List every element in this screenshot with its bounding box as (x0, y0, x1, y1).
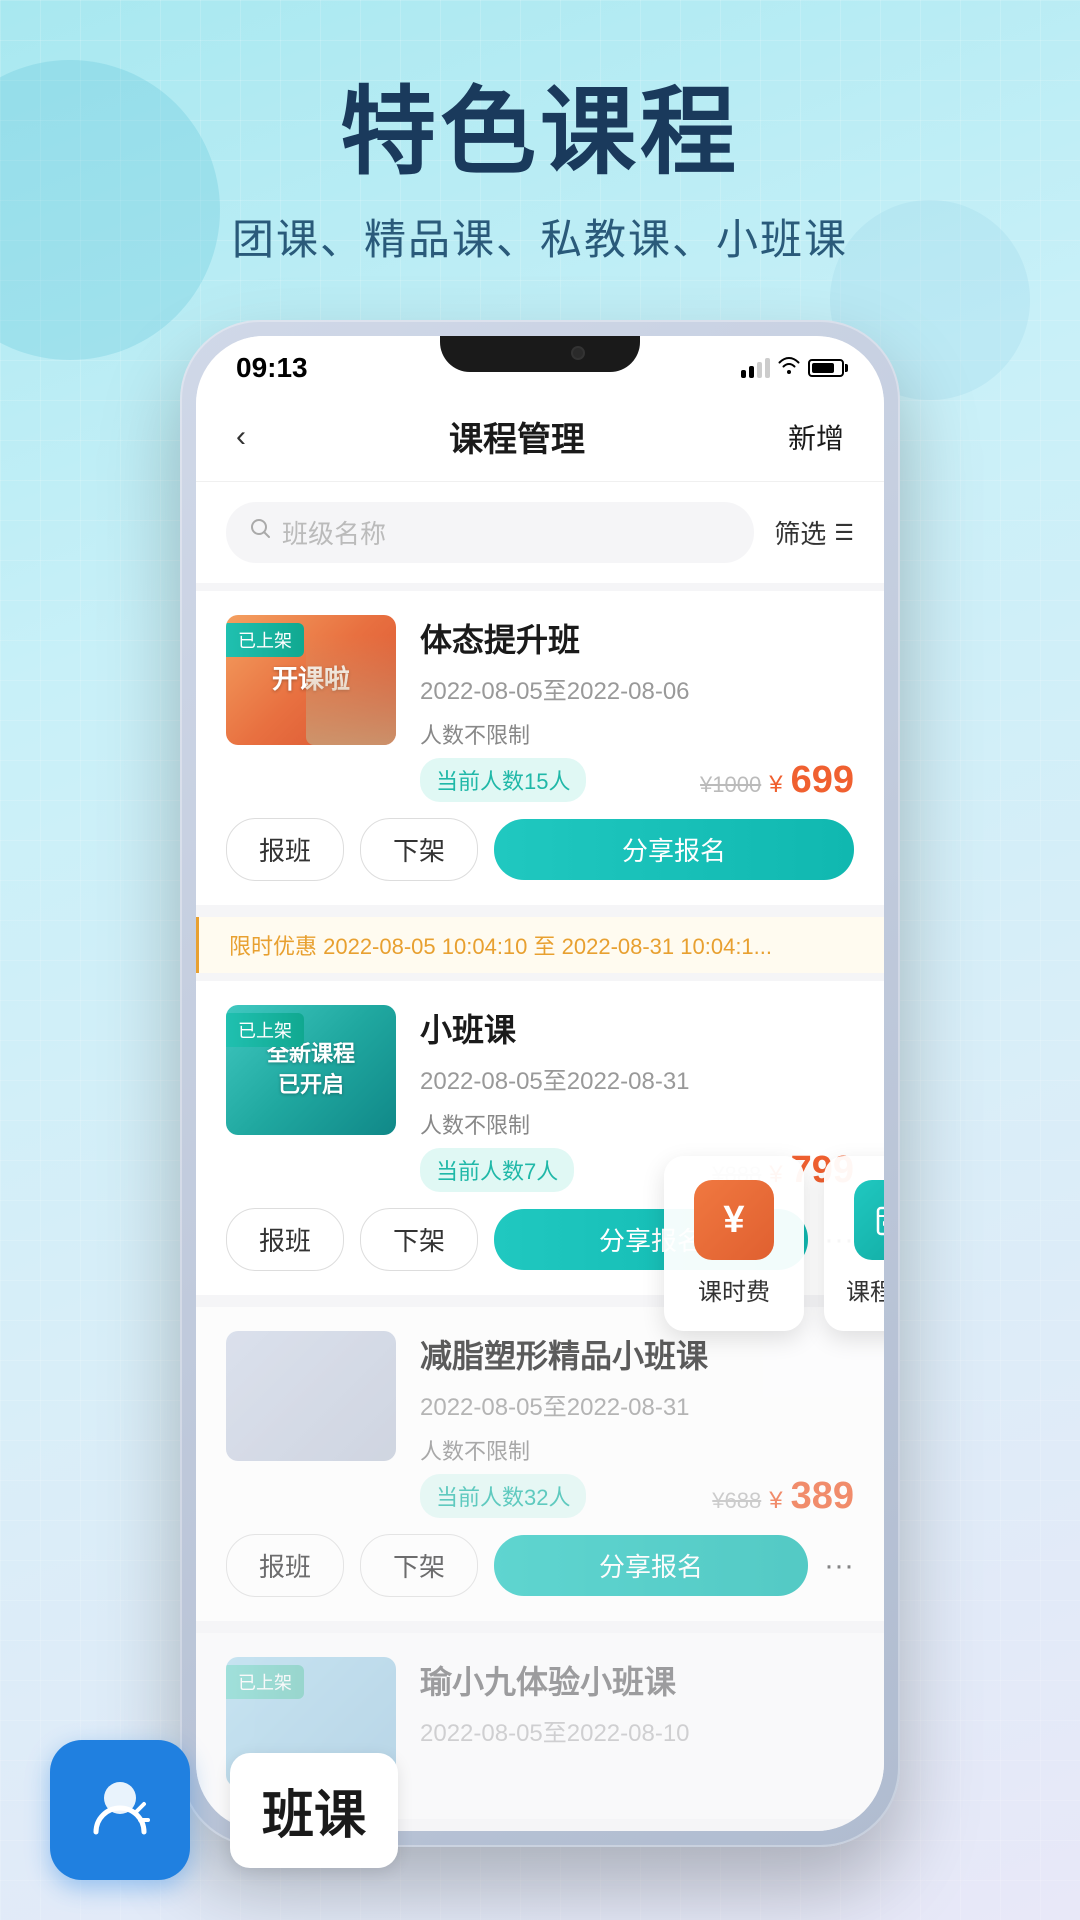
battery-icon (808, 359, 844, 377)
course-meta-1: 人数不限制 (420, 718, 854, 750)
nav-bar: ‹ 课程管理 新增 (196, 392, 884, 482)
course-thumbnail-1: 已上架 开课啦 (226, 615, 396, 745)
course-pricing-1: 当前人数15人 ¥1000 ¥ 699 (420, 758, 854, 802)
app-icon[interactable] (50, 1740, 190, 1880)
course-date-4: 2022-08-05至2022-08-10 (420, 1713, 854, 1748)
course-card-1: 已上架 开课啦 体态提升班 2022-08-05至2022-08-06 人数不限… (196, 591, 884, 905)
course-date-2: 2022-08-05至2022-08-31 (420, 1061, 854, 1096)
app-label: 班课 (262, 1787, 366, 1845)
more-btn-3[interactable]: ··· (824, 1549, 854, 1583)
capacity-1: 人数不限制 (420, 718, 530, 750)
hero-section: 特色课程 团课、精品课、私教课、小班课 (0, 0, 1080, 307)
lesson-fee-label: 课时费 (698, 1272, 770, 1307)
status-icons (741, 356, 844, 380)
share-btn-3[interactable]: 分享报名 (494, 1535, 808, 1596)
lesson-fee-icon: ¥ (694, 1180, 774, 1260)
thumb-text-2: 全新课程已开启 (267, 1039, 355, 1101)
price-original-3: ¥688 (712, 1488, 761, 1514)
status-time: 09:13 (236, 352, 308, 384)
hero-title: 特色课程 (60, 80, 1020, 186)
phone-mockup: 09:13 (180, 320, 900, 1847)
course-footer-1: 报班 下架 分享报名 (226, 818, 854, 881)
float-card-lesson-fee[interactable]: ¥ 课时费 (664, 1156, 804, 1331)
float-card-course-mgmt[interactable]: 课程管理 (824, 1156, 884, 1331)
phone-notch (440, 336, 640, 372)
course-thumbnail-3 (226, 1331, 396, 1461)
wifi-icon (778, 356, 800, 380)
course-mgmt-icon (854, 1180, 884, 1260)
register-btn-1[interactable]: 报班 (226, 818, 344, 881)
course-header-3: 减脂塑形精品小班课 2022-08-05至2022-08-31 人数不限制 当前… (226, 1331, 854, 1518)
course-name-1: 体态提升班 (420, 615, 854, 661)
status-badge-4: 已上架 (226, 1665, 304, 1699)
price-current-3: 389 (791, 1475, 854, 1518)
people-badge-1: 当前人数15人 (420, 758, 586, 802)
capacity-2: 人数不限制 (420, 1108, 530, 1140)
delist-btn-1[interactable]: 下架 (360, 818, 478, 881)
filter-label: 筛选 (774, 514, 826, 551)
nav-title: 课程管理 (449, 412, 585, 461)
register-btn-2[interactable]: 报班 (226, 1208, 344, 1271)
price-area-1: ¥1000 ¥ 699 (700, 759, 854, 802)
price-area-3: ¥688 ¥ 389 (712, 1475, 854, 1518)
promo-banner-2: 限时优惠 2022-08-05 10:04:10 至 2022-08-31 10… (196, 917, 884, 973)
course-mgmt-label: 课程管理 (846, 1272, 884, 1307)
price-current-1: 699 (791, 759, 854, 802)
floating-overlay: ¥ 课时费 (664, 1156, 884, 1331)
add-button[interactable]: 新增 (788, 417, 844, 457)
course-info-1: 体态提升班 2022-08-05至2022-08-06 人数不限制 当前人数15… (420, 615, 854, 802)
search-bar: 班级名称 筛选 ☰ (196, 482, 884, 591)
course-name-2: 小班课 (420, 1005, 854, 1051)
course-info-3: 减脂塑形精品小班课 2022-08-05至2022-08-31 人数不限制 当前… (420, 1331, 854, 1518)
delist-btn-2[interactable]: 下架 (360, 1208, 478, 1271)
hero-subtitle: 团课、精品课、私教课、小班课 (60, 206, 1020, 267)
people-badge-3: 当前人数32人 (420, 1474, 586, 1518)
status-badge-2: 已上架 (226, 1013, 304, 1047)
course-footer-3: 报班 下架 分享报名 ··· (226, 1534, 854, 1597)
delist-btn-3[interactable]: 下架 (360, 1534, 478, 1597)
promo-text-2: 限时优惠 2022-08-05 10:04:10 至 2022-08-31 10… (229, 934, 772, 959)
course-pricing-3: 当前人数32人 ¥688 ¥ 389 (420, 1474, 854, 1518)
course-card-3: 减脂塑形精品小班课 2022-08-05至2022-08-31 人数不限制 当前… (196, 1307, 884, 1621)
capacity-3: 人数不限制 (420, 1434, 530, 1466)
course-meta-2: 人数不限制 (420, 1108, 854, 1140)
register-btn-3[interactable]: 报班 (226, 1534, 344, 1597)
price-currency-1: ¥ (769, 771, 782, 799)
course-date-1: 2022-08-05至2022-08-06 (420, 671, 854, 706)
search-input-area[interactable]: 班级名称 (226, 502, 754, 563)
course-name-4: 瑜小九体验小班课 (420, 1657, 854, 1703)
course-meta-3: 人数不限制 (420, 1434, 854, 1466)
bottom-app-section: 班课 (50, 1740, 398, 1880)
search-icon (250, 518, 272, 547)
search-placeholder: 班级名称 (282, 514, 386, 551)
signal-icon (741, 358, 770, 378)
camera (571, 346, 585, 360)
course-date-3: 2022-08-05至2022-08-31 (420, 1387, 854, 1422)
thumb-person-1 (306, 635, 396, 745)
filter-area[interactable]: 筛选 ☰ (774, 514, 854, 551)
share-btn-1[interactable]: 分享报名 (494, 819, 854, 880)
course-info-4: 瑜小九体验小班课 2022-08-05至2022-08-10 (420, 1657, 854, 1787)
people-badge-2: 当前人数7人 (420, 1148, 574, 1192)
back-button[interactable]: ‹ (236, 420, 246, 454)
price-currency-3: ¥ (769, 1487, 782, 1515)
filter-icon: ☰ (834, 520, 854, 546)
app-label-box: 班课 (230, 1753, 398, 1868)
course-thumbnail-2: 已上架 全新课程已开启 (226, 1005, 396, 1135)
course-name-3: 减脂塑形精品小班课 (420, 1331, 854, 1377)
status-badge-1: 已上架 (226, 623, 304, 657)
course-header-1: 已上架 开课啦 体态提升班 2022-08-05至2022-08-06 人数不限… (226, 615, 854, 802)
price-original-1: ¥1000 (700, 772, 761, 798)
